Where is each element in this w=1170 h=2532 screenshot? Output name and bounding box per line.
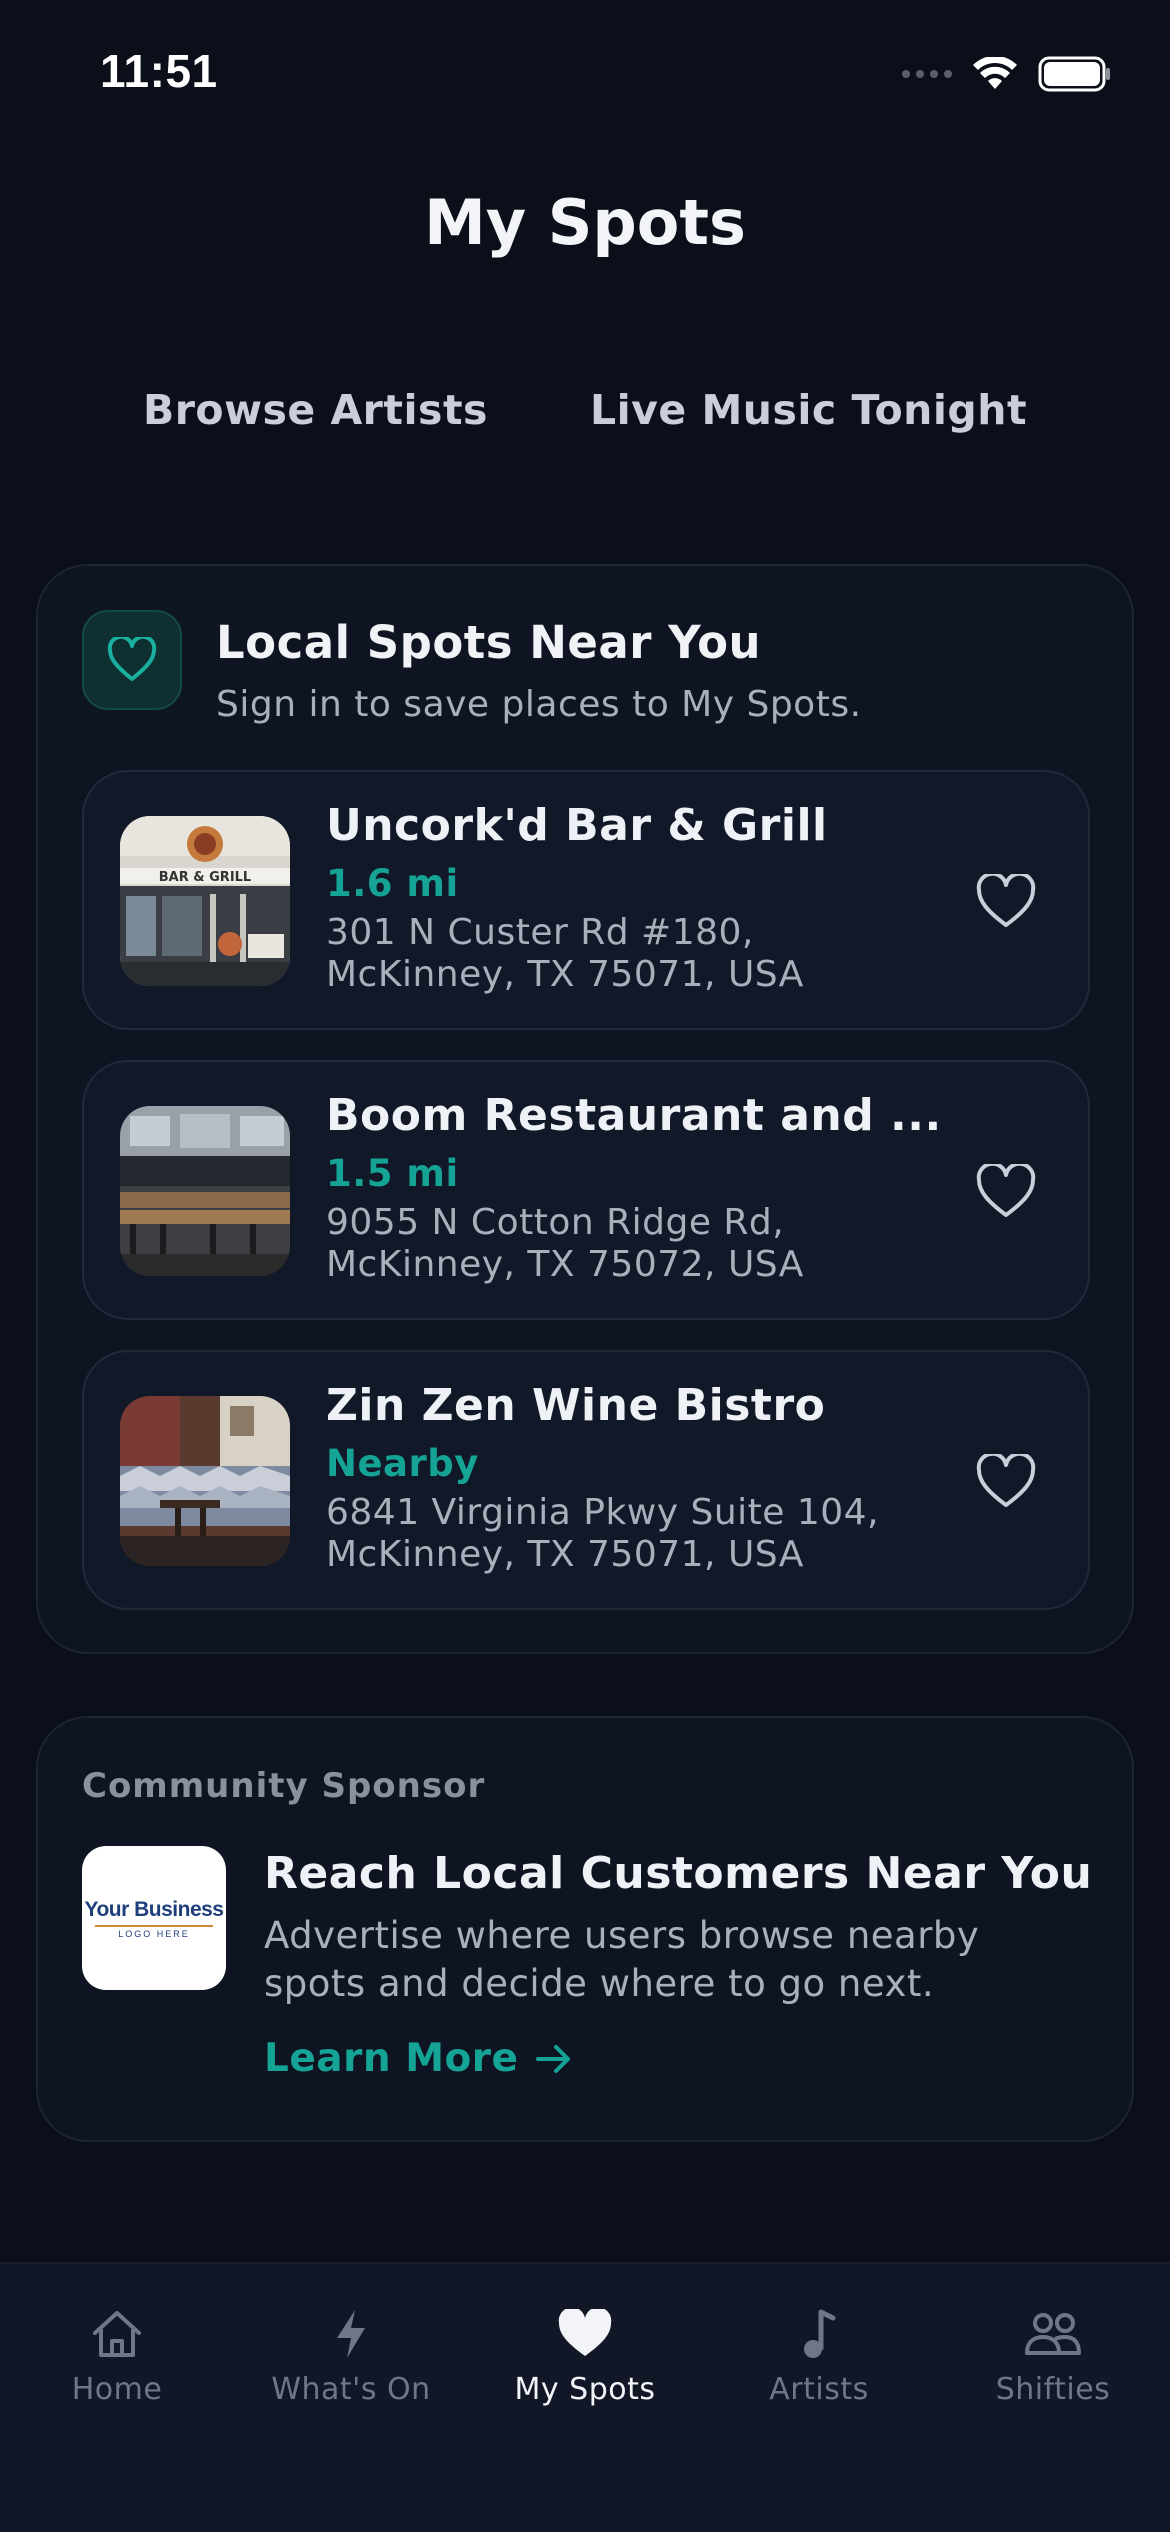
spot-address-line1: 6841 Virginia Pkwy Suite 104, <box>326 1492 880 1533</box>
tab-label: Shifties <box>995 2372 1111 2407</box>
live-music-tonight-link[interactable]: Live Music Tonight <box>590 386 1027 434</box>
spot-distance: Nearby <box>326 1442 479 1485</box>
page-title: My Spots <box>424 186 746 259</box>
favorite-heart-icon[interactable] <box>972 1448 1040 1516</box>
spot-item[interactable]: Zin Zen Wine Bistro Nearby 6841 Virginia… <box>82 1350 1090 1610</box>
cellular-signal-icon <box>902 70 952 78</box>
heart-icon <box>82 610 182 710</box>
tab-artists[interactable]: Artists <box>702 2306 936 2407</box>
wifi-icon <box>973 57 1017 89</box>
tab-bar: Home What's On My Spots Artists Shifties <box>0 2262 1170 2532</box>
tab-label: Home <box>71 2372 163 2407</box>
sponsor-logo: Your Business LOGO HERE <box>82 1846 226 1990</box>
spot-name: Uncork'd Bar & Grill <box>326 800 828 851</box>
spot-address-line2: McKinney, TX 75071, USA <box>326 1534 804 1575</box>
svg-text:BAR & GRILL: BAR & GRILL <box>159 870 251 885</box>
screen: 11:51 My Spots Browse Artists Live Music… <box>0 0 1170 2532</box>
local-spots-subtitle: Sign in to save places to My Spots. <box>216 684 862 725</box>
sponsor-logo-subtext: LOGO HERE <box>118 1928 190 1939</box>
learn-more-link[interactable]: Learn More <box>264 2036 572 2081</box>
top-links: Browse Artists Live Music Tonight <box>0 386 1170 434</box>
people-icon <box>1023 2306 1083 2362</box>
status-indicators <box>902 56 1112 92</box>
sponsor-eyebrow: Community Sponsor <box>82 1766 486 1806</box>
sponsor-card: Community Sponsor Your Business LOGO HER… <box>36 1716 1134 2142</box>
tab-label: What's On <box>271 2372 431 2407</box>
spot-photo: BAR & GRILL <box>120 816 290 986</box>
favorite-heart-icon[interactable] <box>972 1158 1040 1226</box>
spot-address-line1: 301 N Custer Rd #180, <box>326 912 754 953</box>
tab-my-spots[interactable]: My Spots <box>468 2306 702 2407</box>
learn-more-label: Learn More <box>264 2036 519 2081</box>
browse-artists-link[interactable]: Browse Artists <box>143 386 488 434</box>
spot-photo <box>120 1396 290 1566</box>
arrow-right-icon <box>536 2044 571 2073</box>
music-note-icon <box>799 2306 839 2362</box>
status-time: 11:51 <box>100 45 218 97</box>
favorite-heart-icon[interactable] <box>972 868 1040 936</box>
local-spots-title: Local Spots Near You <box>216 616 762 669</box>
heart-icon <box>557 2306 613 2362</box>
spot-distance: 1.5 mi <box>326 1152 459 1195</box>
sponsor-description: Advertise where users browse nearby spot… <box>264 1914 980 2005</box>
tab-label: Artists <box>769 2372 869 2407</box>
spot-address-line2: McKinney, TX 75072, USA <box>326 1244 804 1285</box>
spot-address: 6841 Virginia Pkwy Suite 104, McKinney, … <box>326 1492 879 1576</box>
local-spots-card: Local Spots Near You Sign in to save pla… <box>36 564 1134 1654</box>
sponsor-logo-rule <box>95 1924 213 1927</box>
tab-shifties[interactable]: Shifties <box>936 2306 1170 2407</box>
battery-icon <box>1038 56 1110 92</box>
spot-distance: 1.6 mi <box>326 862 459 905</box>
spot-photo <box>120 1106 290 1276</box>
tab-whats-on[interactable]: What's On <box>234 2306 468 2407</box>
tab-label: My Spots <box>514 2372 656 2407</box>
spot-name: Boom Restaurant and ... <box>326 1090 942 1141</box>
tab-home[interactable]: Home <box>0 2306 234 2407</box>
spot-address-line2: McKinney, TX 75071, USA <box>326 954 804 995</box>
spot-address-line1: 9055 N Cotton Ridge Rd, <box>326 1202 785 1243</box>
bolt-icon <box>333 2306 369 2362</box>
sponsor-logo-text: Your Business <box>84 1897 224 1921</box>
home-icon <box>91 2306 143 2362</box>
spot-name: Zin Zen Wine Bistro <box>326 1380 826 1431</box>
spot-address: 9055 N Cotton Ridge Rd, McKinney, TX 750… <box>326 1202 804 1286</box>
spot-item[interactable]: BAR & GRILL Uncork'd Bar & Grill 1.6 mi … <box>82 770 1090 1030</box>
spot-item[interactable]: Boom Restaurant and ... 1.5 mi 9055 N Co… <box>82 1060 1090 1320</box>
spot-address: 301 N Custer Rd #180, McKinney, TX 75071… <box>326 912 804 996</box>
sponsor-title: Reach Local Customers Near You <box>264 1848 1093 1899</box>
